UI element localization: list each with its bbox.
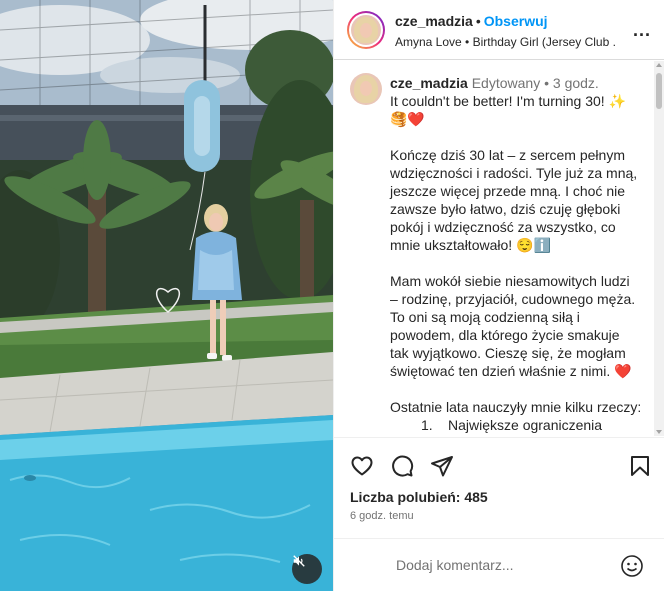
caption-scroll-area[interactable]: cze_madzia Edytowany • 3 godz. It couldn…: [334, 61, 664, 436]
caption-line: zawsze było łatwo, dziś czuję głęboki: [390, 201, 621, 217]
list-item: 1. Największe ograniczenia: [390, 416, 652, 434]
bookmark-icon[interactable]: [628, 454, 652, 483]
caption-scrollbar[interactable]: [654, 61, 664, 436]
caption-line: jeszcze więcej przede mną. I choć nie: [390, 183, 625, 199]
caption-line: mnie ukształtowało! 😌ℹ️: [390, 237, 551, 253]
post-header: cze_madzia • Obserwuj Amyna Love • Birthda…: [334, 0, 664, 60]
caption-line: To oni są moją codzienną siłą i: [390, 309, 580, 325]
caption-line: Ostatnie lata nauczyły mnie kilku rzeczy…: [390, 399, 642, 415]
follow-button[interactable]: Obserwuj: [484, 13, 548, 29]
caption-line: tak wyjątkowo. Cieszę się, że mogłam: [390, 345, 626, 361]
audio-track-link[interactable]: Amyna Love • Birthday Girl (Jersey Club …: [395, 35, 615, 49]
caption-line: It couldn't be better! I'm turning 30! ✨: [390, 93, 627, 109]
caption-line: wdzięczności i radości. Tyle już za mną,: [390, 165, 638, 181]
mute-toggle-button[interactable]: [292, 554, 322, 584]
share-icon[interactable]: [430, 454, 454, 483]
separator-dot: •: [475, 13, 481, 29]
caption-line: 🥞❤️: [390, 111, 425, 127]
list-item-text: Największe ograniczenia: [448, 417, 603, 433]
caption-line: pokój i wdzięczność za wszystko, co: [390, 219, 616, 235]
heart-icon[interactable]: [350, 454, 374, 483]
separator-dot: •: [544, 75, 549, 91]
list-item-number: 1.: [421, 417, 433, 433]
add-comment-bar: [334, 538, 664, 591]
caption-line: – rodzinę, przyjaciół, cudownego męża.: [390, 291, 636, 307]
post-actions: Liczba polubień: 485 6 godz. temu: [334, 437, 664, 537]
comment-input[interactable]: [396, 557, 616, 573]
caption-line: powodem, dla którego życie smakuje: [390, 327, 620, 343]
caption: cze_madzia Edytowany • 3 godz. It couldn…: [390, 74, 652, 434]
caption-line: Mam wokół siebie niesamowitych ludzi: [390, 273, 630, 289]
edited-label: Edytowany: [471, 75, 541, 91]
author-username[interactable]: cze_madzia: [395, 13, 473, 29]
video-frame: [0, 0, 333, 591]
caption-line: Kończę dziś 30 lat – z sercem pełnym: [390, 147, 625, 163]
caption-meta: cze_madzia Edytowany • 3 godz.: [390, 74, 652, 92]
caption-author-avatar[interactable]: [350, 73, 382, 105]
scrollbar-thumb[interactable]: [656, 73, 662, 109]
caption-username[interactable]: cze_madzia: [390, 75, 468, 91]
more-options-button[interactable]: ...: [633, 20, 651, 41]
emoji-icon[interactable]: [620, 554, 644, 583]
caption-line: świętować ten dzień właśnie z nimi. ❤️: [390, 363, 632, 379]
likes-count[interactable]: Liczba polubień: 485: [350, 489, 488, 505]
comment-icon[interactable]: [390, 454, 414, 483]
post-side-panel: cze_madzia • Obserwuj Amyna Love • Birthda…: [333, 0, 664, 591]
author-line: cze_madzia • Obserwuj: [395, 13, 548, 29]
scroll-down-arrow-icon[interactable]: [656, 430, 662, 434]
scroll-up-arrow-icon[interactable]: [656, 63, 662, 67]
author-avatar[interactable]: [347, 11, 385, 49]
caption-timestamp: 3 godz.: [552, 75, 599, 91]
post-media[interactable]: [0, 0, 333, 591]
post-timestamp[interactable]: 6 godz. temu: [350, 510, 414, 522]
